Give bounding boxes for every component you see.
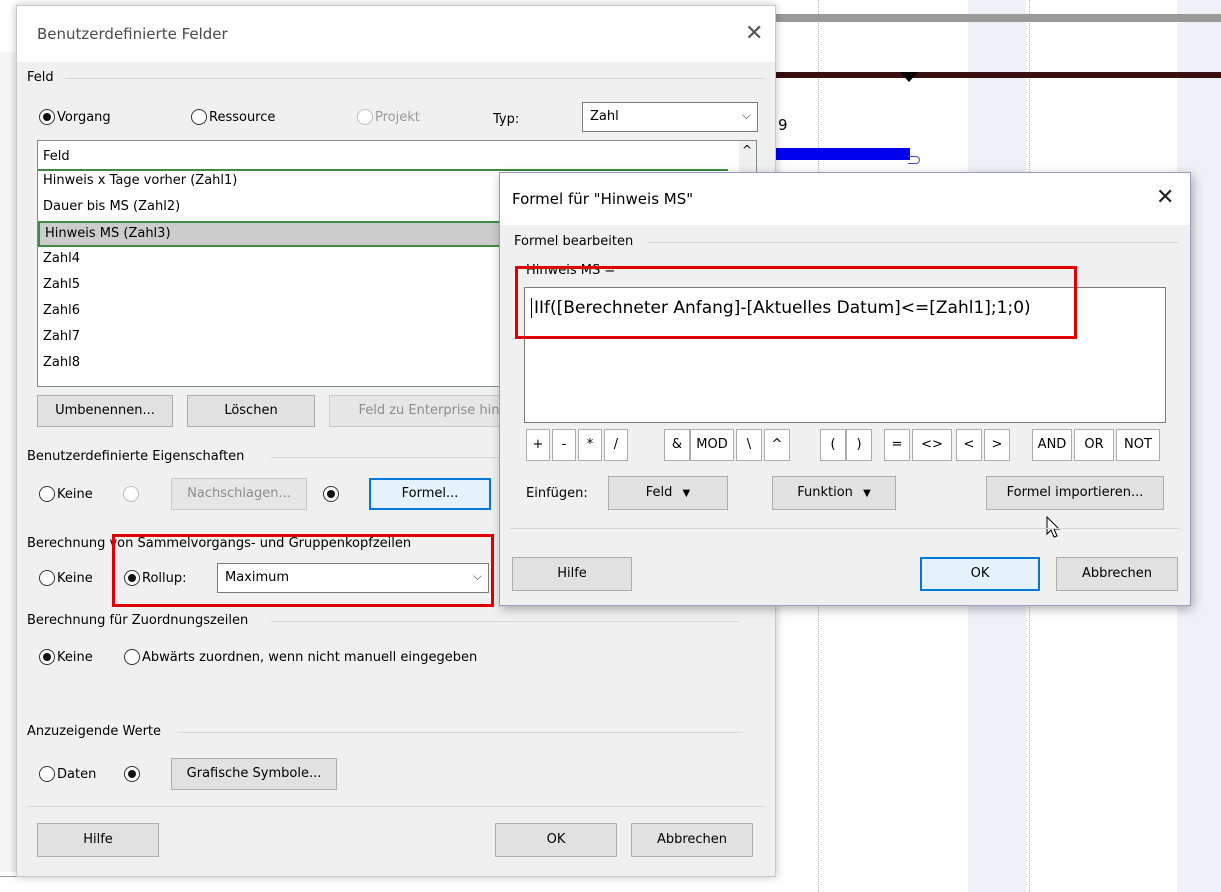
assignment-calc-label: Berechnung für Zuordnungszeilen bbox=[27, 613, 249, 628]
close-icon[interactable]: ✕ bbox=[745, 23, 763, 45]
op-concat-button[interactable]: & bbox=[664, 429, 690, 461]
radio-summary-none-label: Keine bbox=[57, 571, 93, 586]
radio-lookup[interactable] bbox=[123, 486, 139, 502]
op-open-paren-button[interactable]: ( bbox=[820, 429, 846, 461]
dialog-title: Benutzerdefinierte Felder bbox=[37, 25, 228, 43]
radio-resource-label: Ressource bbox=[209, 110, 276, 125]
radio-task-label: Vorgang bbox=[57, 110, 111, 125]
formula-cancel-button[interactable]: Abbrechen bbox=[1056, 557, 1178, 591]
insert-field-label: Feld bbox=[645, 485, 673, 500]
import-formula-button[interactable]: Formel importieren... bbox=[986, 476, 1164, 510]
op-plus-button[interactable]: + bbox=[526, 429, 550, 461]
rename-button[interactable]: Umbenennen... bbox=[37, 395, 173, 427]
gantt-fragment-text: 9 bbox=[778, 116, 788, 134]
formula-ok-button[interactable]: OK bbox=[920, 557, 1040, 591]
radio-formula[interactable] bbox=[323, 486, 339, 502]
op-not-button[interactable]: NOT bbox=[1116, 429, 1160, 461]
footer-divider bbox=[510, 528, 1180, 529]
list-header: Feld bbox=[38, 145, 728, 171]
insert-label: Einfügen: bbox=[526, 486, 588, 501]
radio-graphical[interactable] bbox=[124, 766, 140, 782]
graphical-symbols-button[interactable]: Grafische Symbole... bbox=[171, 758, 337, 790]
radio-none-label: Keine bbox=[57, 487, 93, 502]
type-select[interactable]: Zahl ⌵ bbox=[582, 102, 758, 132]
op-divide-button[interactable]: / bbox=[604, 429, 628, 461]
formula-button[interactable]: Formel... bbox=[369, 478, 491, 510]
op-power-button[interactable]: ^ bbox=[764, 429, 790, 461]
op-mod-button[interactable]: MOD bbox=[690, 429, 734, 461]
caret-down-icon: ▼ bbox=[682, 488, 691, 499]
op-or-button[interactable]: OR bbox=[1074, 429, 1114, 461]
op-not-equal-button[interactable]: <> bbox=[912, 429, 952, 461]
radio-data[interactable] bbox=[39, 766, 55, 782]
radio-resource[interactable] bbox=[191, 109, 207, 125]
radio-assign-none[interactable] bbox=[39, 649, 55, 665]
group-divider bbox=[648, 242, 1178, 243]
edit-formula-label: Formel bearbeiten bbox=[514, 234, 634, 249]
insert-function-label: Funktion bbox=[797, 485, 853, 500]
radio-task[interactable] bbox=[39, 109, 55, 125]
chevron-down-icon: ⌵ bbox=[741, 108, 751, 122]
formula-title-bar: Formel für "Hinweis MS" ✕ bbox=[500, 173, 1190, 225]
op-intdiv-button[interactable]: \ bbox=[736, 429, 762, 461]
radio-assign-none-label: Keine bbox=[57, 650, 93, 665]
op-minus-button[interactable]: - bbox=[552, 429, 576, 461]
custom-props-label: Benutzerdefinierte Eigenschaften bbox=[27, 449, 245, 464]
type-label: Typ: bbox=[493, 112, 520, 127]
highlight-rollup bbox=[112, 534, 494, 607]
ok-button[interactable]: OK bbox=[495, 823, 617, 857]
radio-data-label: Daten bbox=[57, 767, 97, 782]
radio-summary-none[interactable] bbox=[39, 570, 55, 586]
summary-bar bbox=[776, 72, 1221, 78]
formula-dialog-title: Formel für "Hinweis MS" bbox=[512, 190, 694, 208]
timescale-bar bbox=[776, 14, 1221, 22]
op-less-button[interactable]: < bbox=[956, 429, 982, 461]
title-bar: Benutzerdefinierte Felder ✕ bbox=[17, 6, 775, 62]
formula-dialog: Formel für "Hinweis MS" ✕ Formel bearbei… bbox=[499, 172, 1191, 606]
group-divider bbox=[65, 78, 765, 79]
highlight-formula bbox=[515, 266, 1077, 339]
close-icon[interactable]: ✕ bbox=[1156, 187, 1174, 209]
left-table-edge bbox=[0, 52, 16, 872]
insert-field-button[interactable]: Feld ▼ bbox=[608, 476, 728, 510]
field-group-label: Feld bbox=[27, 70, 54, 85]
delete-button[interactable]: Löschen bbox=[187, 395, 315, 427]
link-line bbox=[908, 156, 920, 164]
radio-rolldown-label: Abwärts zuordnen, wenn nicht manuell ein… bbox=[142, 650, 478, 665]
help-button[interactable]: Hilfe bbox=[37, 823, 159, 857]
footer-divider bbox=[27, 806, 765, 807]
op-close-paren-button[interactable]: ) bbox=[846, 429, 872, 461]
summary-bar-end bbox=[900, 72, 918, 82]
scroll-up-icon[interactable]: ^ bbox=[742, 143, 752, 157]
group-divider bbox=[177, 732, 743, 733]
cancel-button[interactable]: Abbrechen bbox=[631, 823, 753, 857]
radio-none[interactable] bbox=[39, 486, 55, 502]
display-values-label: Anzuzeigende Werte bbox=[27, 724, 162, 739]
op-multiply-button[interactable]: * bbox=[578, 429, 602, 461]
task-bar bbox=[776, 148, 910, 160]
op-equals-button[interactable]: = bbox=[884, 429, 910, 461]
radio-rolldown[interactable] bbox=[124, 649, 140, 665]
type-value: Zahl bbox=[590, 109, 619, 124]
bottom-table-edge bbox=[0, 876, 400, 892]
group-divider bbox=[271, 621, 739, 622]
insert-function-button[interactable]: Funktion ▼ bbox=[772, 476, 896, 510]
lookup-button[interactable]: Nachschlagen... bbox=[171, 478, 307, 510]
caret-down-icon: ▼ bbox=[863, 488, 871, 499]
radio-project-label: Projekt bbox=[375, 110, 420, 125]
op-greater-button[interactable]: > bbox=[984, 429, 1010, 461]
op-and-button[interactable]: AND bbox=[1032, 429, 1072, 461]
radio-project[interactable] bbox=[357, 109, 373, 125]
formula-help-button[interactable]: Hilfe bbox=[512, 557, 632, 591]
